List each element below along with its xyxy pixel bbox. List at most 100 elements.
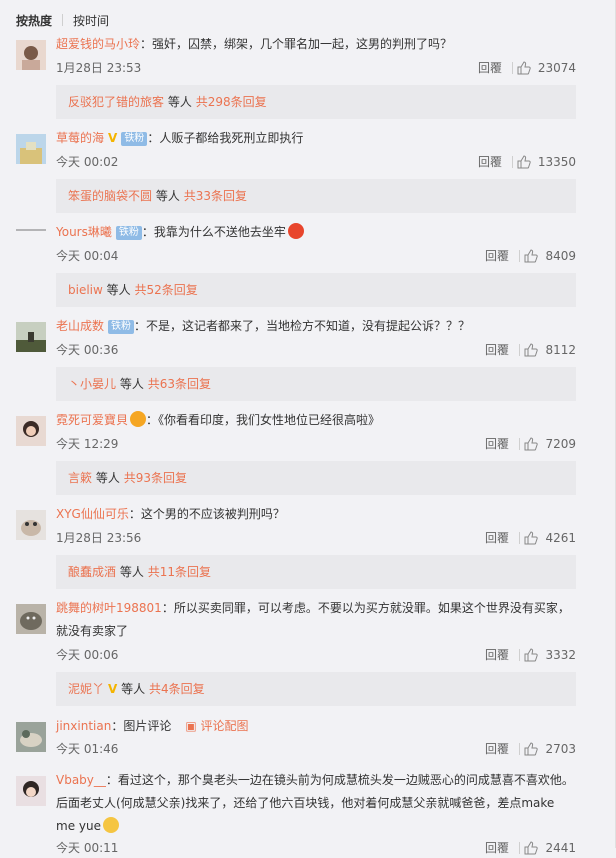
avatar[interactable] [16,722,46,752]
divider [519,743,520,755]
thumbs-up-icon [517,61,531,75]
thumbs-up-icon [524,742,539,756]
avatar[interactable] [16,40,46,70]
comment-meta: 今天 00:36 回覆 8112 [56,340,576,360]
comment-content: 超爱钱的马小玲：强奸，囚禁，绑架，几个罪名加一起，这男的判刑了吗？ [56,33,576,56]
comment-meta: 今天 00:06 回覆 3332 [56,645,576,665]
thumbs-up-icon [524,531,539,545]
username-link[interactable]: Vbaby__ [56,773,106,787]
comment-meta: 今天 01:46 回覆 2703 [56,739,576,759]
sort-by-time-tab[interactable]: 按时间 [73,12,109,29]
reply-username[interactable]: 言簌 [68,471,92,485]
comment-content: 老山成数 铁粉 ：不是，这记者都来了，当地检方不知道，没有提起公诉？？？ [56,315,576,338]
username-link[interactable]: 草莓的海 [56,131,104,145]
comment-text: ：强奸，囚禁，绑架，几个罪名加一起，这男的判刑了吗？ [140,37,453,51]
divider [519,649,520,661]
comment-meta: 今天 00:02 回覆 13350 [56,152,576,172]
like-button[interactable]: 8112 [524,340,576,360]
like-count: 8112 [545,343,576,357]
like-button[interactable]: 8409 [524,246,576,266]
replies-summary[interactable]: 泥妮丫 V 等人 共4条回复 [56,672,576,706]
replies-summary[interactable]: 酿蠢成酒 等人 共11条回复 [56,555,576,589]
like-button[interactable]: 2703 [524,739,576,759]
reply-count-link[interactable]: 共298条回复 [196,95,267,109]
comment-content: 草莓的海 V 铁粉 ：人贩子都给我死刑立即执行 [56,127,576,150]
reply-button[interactable]: 回覆 [485,246,509,266]
avatar[interactable] [16,776,46,806]
avatar[interactable] [16,416,46,446]
reply-count-link[interactable]: 共11条回复 [148,565,211,579]
username-link[interactable]: 老山成数 [56,319,104,333]
avatar[interactable] [16,322,46,352]
reply-button[interactable]: 回覆 [485,340,509,360]
comment-meta: 1月28日 23:53 回覆 23074 [56,58,576,78]
like-button[interactable]: 4261 [524,528,576,548]
username-link[interactable]: 跳舞的树叶198801 [56,601,162,615]
sort-by-hot-tab[interactable]: 按热度 [16,12,52,29]
divider [519,532,520,544]
divider [512,62,513,74]
username-link[interactable]: 超爱钱的马小玲 [56,37,140,51]
reply-username[interactable]: 丶小晏儿 [68,377,116,391]
username-link[interactable]: 霓死可爱寶貝 [56,413,128,427]
fan-badge: 铁粉 [115,226,142,240]
reply-username[interactable]: bieliw [68,283,103,297]
replies-summary[interactable]: 笨蛋的脑袋不圆 等人 共33条回复 [56,179,576,213]
reply-count-link[interactable]: 共63条回复 [148,377,211,391]
replies-summary[interactable]: 丶小晏儿 等人 共63条回复 [56,367,576,401]
reply-button[interactable]: 回覆 [485,838,509,858]
comment-time: 今天 00:36 [56,343,119,357]
comment-time: 今天 12:29 [56,437,119,451]
reply-count-link[interactable]: 共52条回复 [135,283,198,297]
comment-text: ：《你看看印度，我们女性地位已经很高啦》 [146,413,381,427]
comment-content: 跳舞的树叶198801：所以买卖同罪，可以考虑。不要以为买方就没罪。如果这个世界… [56,597,576,643]
heart-eyes-emoji-icon [130,411,147,427]
sick-face-emoji-icon [102,817,119,833]
reply-button[interactable]: 回覆 [485,434,509,454]
replies-summary[interactable]: 言簌 等人 共93条回复 [56,461,576,495]
reply-username[interactable]: 泥妮丫 [68,682,104,696]
reply-username[interactable]: 反驳犯了错的旅客 [68,95,164,109]
divider [519,438,520,450]
view-image-link[interactable]: ▣ 评论配图 [185,719,248,733]
reply-button[interactable]: 回覆 [485,645,509,665]
comment-time: 1月28日 23:56 [56,531,142,545]
like-count: 8409 [545,249,576,263]
reply-button[interactable]: 回覆 [485,739,509,759]
comment-content: Yours琳曦 铁粉 ：我靠为什么不送他去坐牢 [56,221,576,244]
replies-summary[interactable]: 反驳犯了错的旅客 等人 共298条回复 [56,85,576,119]
comment-time: 今天 01:46 [56,742,119,756]
avatar[interactable] [16,604,46,634]
like-count: 23074 [537,61,576,75]
reply-button[interactable]: 回覆 [478,58,502,78]
reply-count-link[interactable]: 共4条回复 [149,682,205,696]
like-count: 2441 [545,841,576,855]
reply-button[interactable]: 回覆 [485,528,509,548]
like-button[interactable]: 2441 [524,838,576,858]
reply-count-link[interactable]: 共93条回复 [124,471,187,485]
replies-suffix: 等人 [155,189,180,203]
like-button[interactable]: 13350 [517,152,576,172]
replies-summary[interactable]: bieliw 等人 共52条回复 [56,273,576,307]
avatar[interactable] [16,510,46,540]
divider [519,344,520,356]
username-link[interactable]: Yours琳曦 [56,225,112,239]
like-button[interactable]: 7209 [524,434,576,454]
reply-button[interactable]: 回覆 [478,152,502,172]
vip-v-badge: V [108,131,118,145]
angry-face-emoji-icon [287,223,304,239]
reply-count-link[interactable]: 共33条回复 [184,189,247,203]
fan-badge: 铁粉 [108,320,135,334]
avatar[interactable] [16,228,46,258]
sort-bar: 按热度 按时间 [16,10,109,30]
reply-username[interactable]: 酿蠢成酒 [68,565,116,579]
reply-username[interactable]: 笨蛋的脑袋不圆 [68,189,152,203]
replies-suffix: 等人 [95,471,120,485]
comment-time: 今天 00:06 [56,648,119,662]
like-button[interactable]: 23074 [517,58,576,78]
comment-text: ：图片评论 [111,719,172,733]
username-link[interactable]: XYG仙仙可乐 [56,507,129,521]
avatar[interactable] [16,134,46,164]
like-button[interactable]: 3332 [524,645,576,665]
username-link[interactable]: jinxintian [56,719,111,733]
